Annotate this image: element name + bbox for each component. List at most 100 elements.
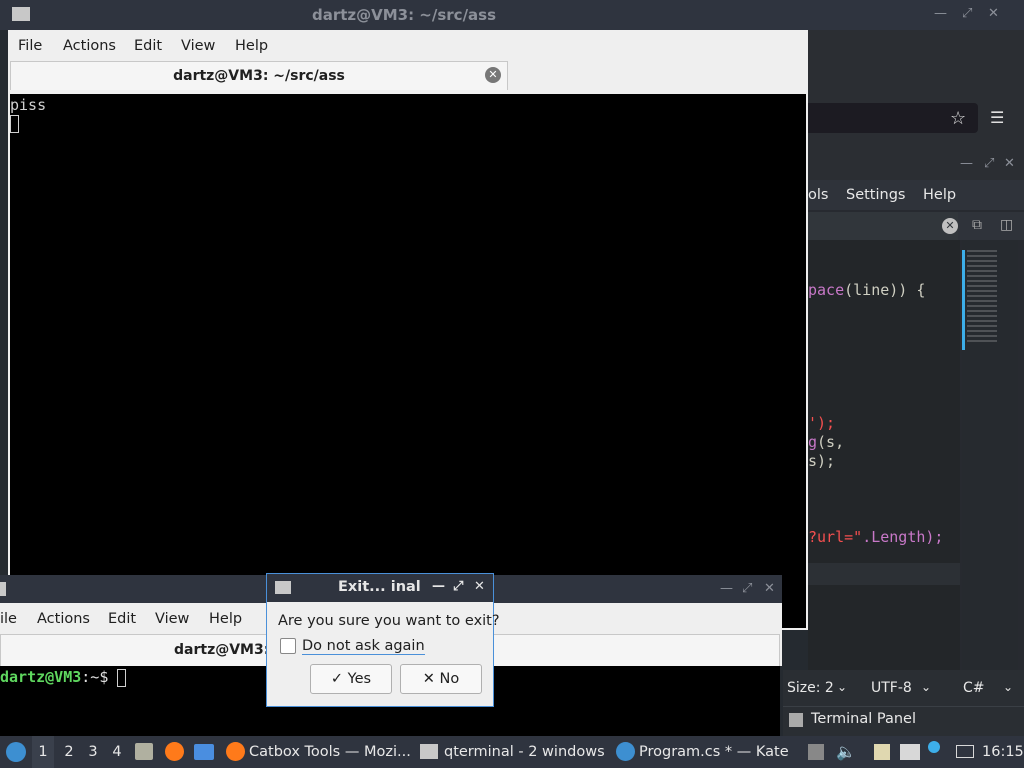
yes-label: Yes — [347, 671, 372, 687]
maximize-icon[interactable]: ⤢ — [984, 156, 994, 171]
clock[interactable]: 16:15 — [982, 736, 1024, 768]
kate-tab[interactable] — [808, 212, 958, 240]
code-token: s); — [808, 452, 836, 470]
terminal-icon — [275, 581, 291, 594]
chevron-down-icon: ⌄ — [921, 680, 932, 694]
maximize-icon[interactable]: ⤢ — [962, 6, 972, 21]
menu-file[interactable]: ile — [0, 611, 17, 627]
terminal-icon — [0, 582, 6, 596]
kate-tabbar: ✕ ⧉ ◫ — [808, 212, 1024, 240]
menu-view[interactable]: View — [155, 611, 189, 627]
main-terminal-titlebar[interactable]: dartz@VM3: ~/src/ass — [0, 0, 808, 30]
no-label: No — [439, 671, 460, 687]
workspace-4[interactable]: 4 — [106, 736, 128, 768]
notification-icon[interactable] — [928, 741, 940, 753]
terminal-panel-button[interactable]: Terminal Panel — [783, 706, 1024, 736]
task-kate[interactable]: Program.cs * — Kate — [612, 736, 792, 768]
dialog-titlebar[interactable]: Exit... inal — ⤢ ✕ — [267, 574, 493, 602]
firefox-icon[interactable] — [165, 742, 184, 761]
workspace-3[interactable]: 3 — [82, 736, 104, 768]
menu-help[interactable]: Help — [209, 611, 242, 627]
encoding-selector[interactable]: UTF-8 — [871, 680, 912, 696]
check-icon: ✓ — [330, 671, 344, 687]
file-manager-icon[interactable] — [135, 743, 153, 760]
close-icon[interactable]: ✕ — [764, 581, 775, 596]
menu-actions[interactable]: Actions — [37, 611, 90, 627]
bookmark-star-icon[interactable]: ☆ — [950, 108, 966, 129]
minimize-icon[interactable]: — — [960, 156, 973, 171]
output-line: piss — [10, 96, 47, 114]
taskbar: 1 2 3 4 Catbox Tools — Mozi... qterminal… — [0, 736, 1024, 768]
kate-menubar: ols Settings Help — [808, 180, 1024, 210]
language-selector[interactable]: C# — [963, 680, 985, 696]
menu-actions[interactable]: Actions — [63, 38, 116, 54]
terminal-icon — [789, 713, 803, 727]
split-view-icon[interactable]: ⧉ — [972, 217, 982, 233]
close-icon[interactable]: ✕ — [474, 579, 485, 594]
start-menu-icon[interactable] — [6, 736, 26, 768]
kate-menu-tools[interactable]: ols — [808, 187, 828, 203]
hamburger-menu-icon[interactable]: ☰ — [990, 108, 1004, 127]
menu-file[interactable]: File — [18, 38, 42, 54]
network-icon[interactable] — [900, 744, 920, 760]
clipboard-icon[interactable] — [874, 744, 890, 760]
checkbox-label: Do not ask again — [302, 638, 425, 655]
task-label: Catbox Tools — Mozi... — [249, 744, 411, 760]
tab-title: dartz@VM3: ~/src/ass — [173, 68, 345, 84]
kate-menu-help[interactable]: Help — [923, 187, 956, 203]
code-token: .Length); — [862, 528, 944, 546]
kate-titlebar: — ⤢ ✕ — [808, 150, 1024, 180]
do-not-ask-checkbox[interactable] — [280, 638, 296, 654]
terminal-cursor — [117, 668, 127, 687]
tray-icon[interactable] — [808, 744, 824, 760]
minimize-icon[interactable]: — — [432, 579, 445, 594]
maximize-icon[interactable]: ⤢ — [742, 581, 752, 596]
terminal-panel-label: Terminal Panel — [811, 711, 917, 727]
firefox-icon — [226, 742, 245, 761]
x-icon: ✕ — [422, 671, 435, 687]
keyboard-icon[interactable] — [956, 745, 974, 758]
menu-help[interactable]: Help — [235, 38, 268, 54]
code-token: (line)) { — [844, 281, 926, 299]
tab-main[interactable]: dartz@VM3: ~/src/ass — [10, 61, 508, 90]
close-icon[interactable]: ✕ — [988, 6, 999, 21]
menu-view[interactable]: View — [181, 38, 215, 54]
volume-icon[interactable]: 🔈 — [836, 742, 856, 761]
code-token: '); — [808, 414, 836, 432]
task-firefox[interactable]: Catbox Tools — Mozi... — [222, 736, 412, 768]
prompt-path: :~$ — [81, 668, 109, 686]
minimap-change-marker — [962, 250, 965, 350]
menu-edit[interactable]: Edit — [108, 611, 136, 627]
no-button[interactable]: ✕ No — [400, 664, 482, 694]
split-horizontal-icon[interactable]: ◫ — [1000, 217, 1013, 233]
current-line-highlight — [808, 563, 960, 585]
code-token: ?url=" — [808, 528, 863, 546]
kate-menu-settings[interactable]: Settings — [846, 187, 905, 203]
workspace-2[interactable]: 2 — [58, 736, 80, 768]
kate-minimap[interactable] — [962, 240, 1018, 670]
code-token: g — [808, 433, 818, 451]
indent-size-selector[interactable]: Size: 2 — [787, 680, 834, 696]
terminal-output[interactable]: piss — [10, 94, 806, 628]
task-qterminal[interactable]: qterminal - 2 windows — [416, 736, 606, 768]
terminal-icon — [420, 744, 438, 759]
yes-button[interactable]: ✓ Yes — [310, 664, 392, 694]
kate-icon — [616, 742, 635, 761]
prompt-user: dartz@VM3 — [0, 668, 82, 686]
workspace-1[interactable]: 1 — [32, 736, 54, 768]
desktop-icon[interactable] — [194, 744, 214, 760]
minimize-icon[interactable]: — — [720, 581, 733, 596]
maximize-icon[interactable]: ⤢ — [453, 579, 463, 594]
window-title: dartz@VM3: ~/src/ass — [311, 6, 497, 24]
main-terminal-menubar: File Actions Edit View Help — [8, 30, 808, 60]
close-icon[interactable]: ✕ — [1004, 156, 1015, 171]
dialog-message: Are you sure you want to exit? — [278, 613, 500, 629]
task-label: Program.cs * — Kate — [639, 744, 789, 760]
close-tab-icon[interactable]: ✕ — [485, 67, 501, 83]
close-tab-icon[interactable]: ✕ — [942, 218, 958, 234]
chevron-down-icon: ⌄ — [837, 680, 848, 694]
minimize-icon[interactable]: — — [934, 6, 947, 21]
tab-title: dartz@VM3: — [174, 642, 270, 658]
menu-edit[interactable]: Edit — [134, 38, 162, 54]
chevron-down-icon: ⌄ — [1003, 680, 1014, 694]
